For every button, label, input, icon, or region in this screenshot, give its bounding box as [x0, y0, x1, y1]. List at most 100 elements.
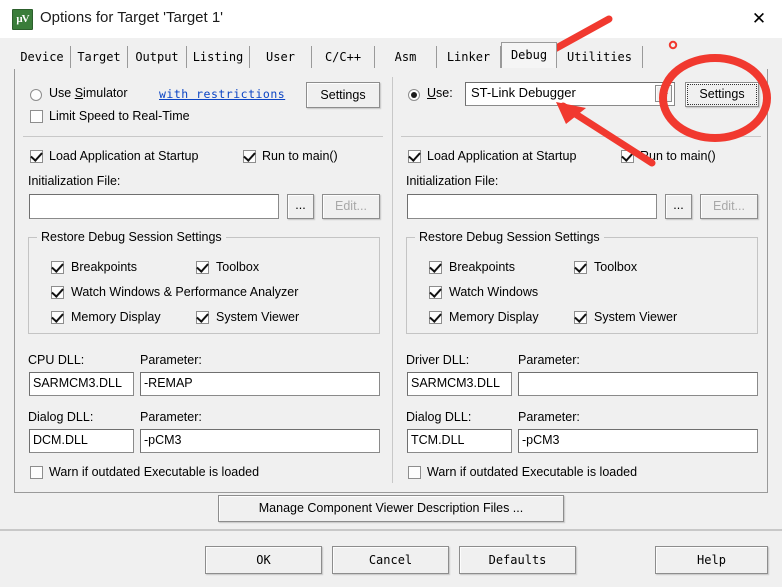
- left-memory-display-checkbox[interactable]: [51, 311, 64, 324]
- driver-param-input[interactable]: [518, 372, 758, 396]
- uvision-icon: μV: [12, 9, 33, 30]
- right-browse-button[interactable]: ...: [665, 194, 692, 219]
- right-restore-group-title: Restore Debug Session Settings: [415, 230, 604, 244]
- right-dialog-param-label: Parameter:: [518, 410, 580, 424]
- debugger-panel: Use: ST-Link Debugger Settings Load Appl…: [393, 69, 769, 491]
- left-edit-button[interactable]: Edit...: [322, 194, 380, 219]
- dialog-dll-label: Dialog DLL:: [28, 410, 94, 424]
- right-watch-windows-label: Watch Windows: [449, 285, 539, 299]
- right-edit-button[interactable]: Edit...: [700, 194, 758, 219]
- tab-linker[interactable]: Linker: [437, 46, 501, 68]
- tab-utilities[interactable]: Utilities: [557, 46, 643, 68]
- cancel-button[interactable]: Cancel: [332, 546, 449, 574]
- right-init-file-input[interactable]: [407, 194, 657, 219]
- left-toolbox-checkbox[interactable]: [196, 261, 209, 274]
- left-load-app-label: Load Application at Startup: [49, 149, 199, 163]
- chevron-down-icon[interactable]: [655, 85, 672, 102]
- tab-device[interactable]: Device: [14, 46, 71, 68]
- tab-asm[interactable]: Asm: [375, 46, 437, 68]
- tab-debug[interactable]: Debug: [501, 42, 557, 68]
- right-toolbox-label: Toolbox: [594, 260, 638, 274]
- left-system-viewer-label: System Viewer: [216, 310, 300, 324]
- tab-target[interactable]: Target: [71, 46, 128, 68]
- simulator-settings-button[interactable]: Settings: [306, 82, 380, 108]
- right-system-viewer-checkbox[interactable]: [574, 311, 587, 324]
- tab-output[interactable]: Output: [128, 46, 187, 68]
- defaults-button[interactable]: Defaults: [459, 546, 576, 574]
- window-title: Options for Target 'Target 1': [40, 9, 224, 26]
- right-run-to-main-label: Run to main(): [640, 149, 716, 163]
- use-simulator-label: Use Simulator: [49, 86, 128, 100]
- left-run-to-main-checkbox[interactable]: [243, 150, 256, 163]
- right-load-app-label: Load Application at Startup: [427, 149, 577, 163]
- simulator-separator: [23, 136, 383, 137]
- debugger-select[interactable]: ST-Link Debugger: [465, 82, 675, 106]
- limit-speed-checkbox[interactable]: [30, 110, 43, 123]
- cpu-param-input[interactable]: -REMAP: [140, 372, 380, 396]
- dialog-param-label: Parameter:: [140, 410, 202, 424]
- use-debugger-radio[interactable]: [408, 89, 420, 101]
- left-watch-windows-label: Watch Windows & Performance Analyzer: [71, 285, 299, 299]
- footer-bar: OK Cancel Defaults Help: [0, 531, 782, 587]
- left-warn-outdated-checkbox[interactable]: [30, 466, 43, 479]
- title-bar: μV Options for Target 'Target 1' ✕: [0, 0, 782, 39]
- right-warn-outdated-label: Warn if outdated Executable is loaded: [427, 465, 638, 479]
- dialog-dll-input[interactable]: DCM.DLL: [29, 429, 134, 453]
- left-restore-group-title: Restore Debug Session Settings: [37, 230, 226, 244]
- debug-tab-panel: Use Simulator with restrictions Settings…: [14, 69, 768, 493]
- close-icon[interactable]: ✕: [736, 0, 782, 38]
- right-breakpoints-checkbox[interactable]: [429, 261, 442, 274]
- cpu-dll-label: CPU DLL:: [28, 353, 85, 367]
- left-system-viewer-checkbox[interactable]: [196, 311, 209, 324]
- use-simulator-label-post: imulator: [83, 86, 128, 100]
- right-toolbox-checkbox[interactable]: [574, 261, 587, 274]
- use-debugger-accel: U: [427, 86, 437, 100]
- debugger-separator: [401, 136, 761, 137]
- right-dialog-dll-input[interactable]: TCM.DLL: [407, 429, 512, 453]
- right-run-to-main-checkbox[interactable]: [621, 150, 634, 163]
- right-watch-windows-checkbox[interactable]: [429, 286, 442, 299]
- help-button[interactable]: Help: [655, 546, 768, 574]
- left-memory-display-label: Memory Display: [71, 310, 161, 324]
- driver-dll-label: Driver DLL:: [406, 353, 470, 367]
- use-debugger-label: Use:: [427, 86, 453, 100]
- left-watch-windows-checkbox[interactable]: [51, 286, 64, 299]
- right-load-app-checkbox[interactable]: [408, 150, 421, 163]
- right-memory-display-label: Memory Display: [449, 310, 539, 324]
- left-browse-button[interactable]: ...: [287, 194, 314, 219]
- left-breakpoints-checkbox[interactable]: [51, 261, 64, 274]
- right-dialog-dll-label: Dialog DLL:: [406, 410, 472, 424]
- driver-param-label: Parameter:: [518, 353, 580, 367]
- right-warn-outdated-checkbox[interactable]: [408, 466, 421, 479]
- simulator-panel: Use Simulator with restrictions Settings…: [15, 69, 391, 491]
- left-init-file-input[interactable]: [29, 194, 279, 219]
- left-load-app-checkbox[interactable]: [30, 150, 43, 163]
- left-run-to-main-label: Run to main(): [262, 149, 338, 163]
- right-dialog-param-input[interactable]: -pCM3: [518, 429, 758, 453]
- dialog-param-input[interactable]: -pCM3: [140, 429, 380, 453]
- tab-listing[interactable]: Listing: [187, 46, 250, 68]
- left-init-file-label: Initialization File:: [28, 174, 121, 188]
- right-init-file-label: Initialization File:: [406, 174, 499, 188]
- debugger-settings-button[interactable]: Settings: [685, 82, 759, 107]
- left-breakpoints-label: Breakpoints: [71, 260, 138, 274]
- driver-dll-input[interactable]: SARMCM3.DLL: [407, 372, 512, 396]
- with-restrictions-link[interactable]: with restrictions: [159, 87, 285, 101]
- ok-button[interactable]: OK: [205, 546, 322, 574]
- cpu-dll-input[interactable]: SARMCM3.DLL: [29, 372, 134, 396]
- manage-component-viewer-button[interactable]: Manage Component Viewer Description File…: [218, 495, 564, 522]
- tab-cpp[interactable]: C/C++: [312, 46, 375, 68]
- use-simulator-radio[interactable]: [30, 89, 42, 101]
- right-system-viewer-label: System Viewer: [594, 310, 678, 324]
- tab-user[interactable]: User: [250, 46, 312, 68]
- uvision-icon-text: μV: [16, 13, 29, 25]
- tab-strip: Device Target Output Listing User C/C++ …: [0, 38, 782, 69]
- right-breakpoints-label: Breakpoints: [449, 260, 516, 274]
- left-warn-outdated-label: Warn if outdated Executable is loaded: [49, 465, 260, 479]
- use-simulator-accel: S: [74, 86, 84, 100]
- limit-speed-label: Limit Speed to Real-Time: [49, 109, 190, 123]
- right-memory-display-checkbox[interactable]: [429, 311, 442, 324]
- left-toolbox-label: Toolbox: [216, 260, 260, 274]
- cpu-param-label: Parameter:: [140, 353, 202, 367]
- debugger-select-value: ST-Link Debugger: [471, 85, 576, 100]
